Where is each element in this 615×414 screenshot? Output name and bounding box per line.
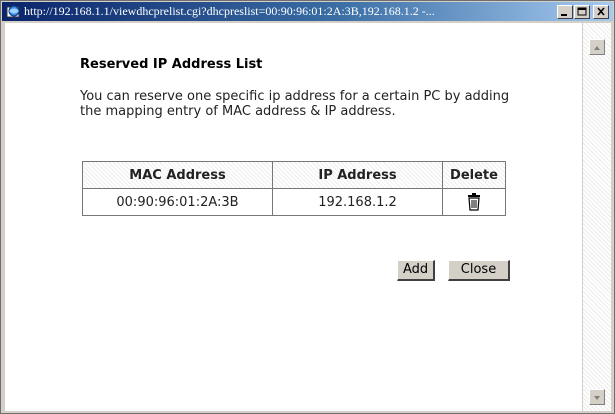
add-button[interactable]: Add [397,260,435,281]
minimize-icon [561,14,567,16]
delete-cell [442,188,506,216]
table-header-row: MAC Address IP Address Delete [82,161,506,189]
ip-address-cell: 192.168.1.2 [272,188,443,216]
browser-icon [6,5,20,18]
page-description: You can reserve one specific ip address … [80,89,510,119]
mac-address-cell: 00:90:96:01:2A:3B [82,188,273,216]
close-window-button[interactable] [593,5,609,19]
table-row: 00:90:96:01:2A:3B 192.168.1.2 [82,188,506,216]
title-bar[interactable]: http://192.168.1.1/viewdhcprelist.cgi?dh… [2,2,613,21]
popup-window: http://192.168.1.1/viewdhcprelist.cgi?dh… [0,0,615,414]
minimize-button[interactable] [557,5,573,19]
reserved-ip-table: MAC Address IP Address Delete 00:90:96:0… [82,161,506,216]
close-icon [597,7,605,16]
maximize-button[interactable] [574,5,590,19]
scroll-up-button[interactable] [589,39,605,55]
page-title: Reserved IP Address List [80,57,263,72]
arrow-down-icon [594,396,600,400]
arrow-up-icon [594,46,600,50]
mac-address-header: MAC Address [82,161,273,189]
vertical-scrollbar[interactable] [583,23,611,411]
trash-icon[interactable] [467,193,481,211]
ip-address-header: IP Address [272,161,443,189]
delete-header: Delete [442,161,506,189]
scroll-down-button[interactable] [589,389,605,405]
window-title: http://192.168.1.1/viewdhcprelist.cgi?dh… [24,4,435,18]
content-area [5,23,582,411]
maximize-icon [577,7,587,16]
close-button[interactable]: Close [448,260,510,281]
